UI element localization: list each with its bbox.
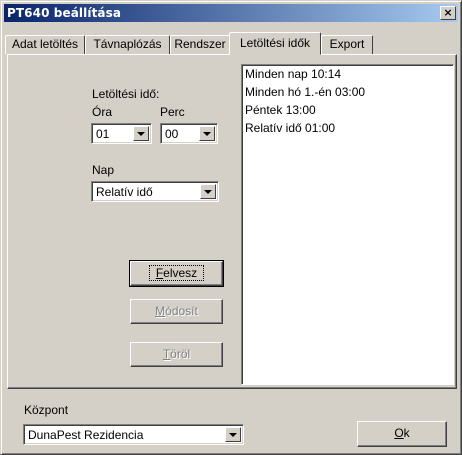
center-select[interactable]: DunaPest Rezidencia	[23, 424, 244, 445]
day-select[interactable]: Relatív idő	[91, 181, 219, 202]
hour-value: 01	[96, 127, 110, 141]
add-button[interactable]: Felvesz	[129, 260, 224, 287]
list-item[interactable]: Péntek 13:00	[245, 103, 316, 117]
chevron-down-icon[interactable]	[200, 184, 216, 199]
tab-letoltesi-idok[interactable]: Letöltési idők	[229, 32, 321, 55]
dialog-title: PT640 beállítása	[7, 6, 122, 20]
tab-rendszer[interactable]: Rendszer	[170, 35, 230, 54]
list-item[interactable]: Minden nap 10:14	[245, 67, 341, 81]
center-label: Központ	[24, 403, 69, 417]
tab-adat-letoltes[interactable]: Adat letöltés	[5, 35, 85, 54]
day-label: Nap	[92, 163, 115, 177]
hour-select[interactable]: 01	[91, 123, 152, 144]
close-button[interactable]: ×	[440, 6, 456, 20]
tab-tavnaplozas[interactable]: Távnaplózás	[85, 35, 170, 54]
list-item[interactable]: Minden hó 1.-én 03:00	[245, 85, 365, 99]
schedule-list[interactable]: Minden nap 10:14 Minden hó 1.-én 03:00 P…	[241, 64, 454, 385]
day-value: Relatív idő	[96, 185, 153, 199]
tab-export[interactable]: Export	[321, 35, 373, 54]
minute-value: 00	[165, 127, 179, 141]
chevron-down-icon[interactable]	[225, 427, 241, 442]
minute-label: Perc	[160, 105, 185, 119]
hour-label: Óra	[92, 105, 113, 119]
chevron-down-icon[interactable]	[199, 126, 215, 141]
minute-select[interactable]: 00	[160, 123, 218, 144]
list-item[interactable]: Relatív idő 01:00	[245, 121, 335, 135]
title-bar: PT640 beállítása ×	[4, 4, 458, 22]
modify-button[interactable]: Módosít	[130, 299, 223, 324]
ok-button[interactable]: Ok	[357, 421, 447, 447]
close-icon: ×	[443, 6, 453, 19]
center-value: DunaPest Rezidencia	[28, 428, 144, 442]
chevron-down-icon[interactable]	[133, 126, 149, 141]
download-time-label: Letöltési idő:	[92, 87, 160, 101]
settings-dialog: PT640 beállítása × Adat letöltés Távnapl…	[0, 0, 462, 455]
delete-button[interactable]: Töröl	[130, 342, 223, 367]
